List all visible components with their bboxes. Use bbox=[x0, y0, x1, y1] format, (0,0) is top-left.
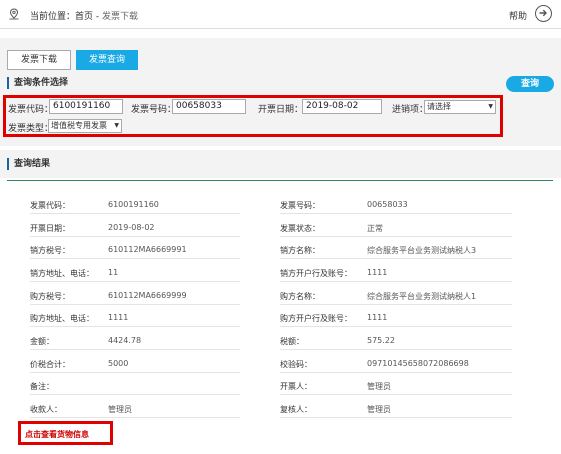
field-underline bbox=[30, 349, 240, 350]
field-underline bbox=[30, 326, 240, 327]
field-underline bbox=[280, 372, 512, 373]
result-right-value: 综合服务平台业务测试纳税人1 bbox=[367, 292, 477, 301]
query-button[interactable]: 查询 bbox=[506, 76, 554, 92]
result-left-value: 11 bbox=[108, 268, 119, 277]
result-right-label: 购方开户行及账号： bbox=[280, 314, 352, 323]
result-left-label: 销方税号： bbox=[30, 246, 70, 255]
result-right-label: 销方名称： bbox=[280, 246, 320, 255]
result-right-label: 销方开户行及账号： bbox=[280, 269, 352, 278]
top-bar: 当前位置：首页 - 发票下载 帮助 bbox=[0, 0, 561, 29]
result-right-value: 00658033 bbox=[367, 200, 408, 209]
field-underline bbox=[30, 236, 240, 237]
result-left-value: 管理员 bbox=[108, 405, 132, 414]
result-left-label: 开票日期： bbox=[30, 224, 70, 233]
help-arrow-icon[interactable] bbox=[535, 5, 552, 22]
query-result-header: 查询结果 bbox=[0, 150, 561, 178]
field-underline bbox=[280, 304, 512, 305]
result-left-value: 2019-08-02 bbox=[108, 223, 155, 232]
result-right-value: 正常 bbox=[367, 224, 383, 233]
field-underline bbox=[30, 213, 240, 214]
tab-bar: 发票下载 发票查询 bbox=[0, 38, 561, 74]
result-left-label: 购方地址、电话： bbox=[30, 314, 94, 323]
result-left-value: 610112MA6669999 bbox=[108, 291, 187, 300]
view-goods-highlight bbox=[18, 421, 113, 445]
help-label[interactable]: 帮助 bbox=[509, 9, 527, 22]
result-left-value: 1111 bbox=[108, 313, 129, 322]
result-right-value: 管理员 bbox=[367, 382, 391, 391]
breadcrumb-prefix: 当前位置：首页 - bbox=[30, 12, 102, 22]
result-right-value: 575.22 bbox=[367, 336, 395, 345]
result-left-value: 4424.78 bbox=[108, 336, 142, 345]
query-fields-highlight bbox=[3, 95, 503, 137]
field-underline bbox=[280, 258, 512, 259]
result-left-label: 价税合计： bbox=[30, 360, 70, 369]
result-right-label: 发票状态： bbox=[280, 224, 320, 233]
query-conditions-title: 查询条件选择 bbox=[7, 77, 68, 89]
result-right-value: 09710145658072086698 bbox=[367, 359, 469, 368]
result-left-label: 备注： bbox=[30, 382, 54, 391]
field-underline bbox=[30, 304, 240, 305]
field-underline bbox=[280, 326, 512, 327]
result-right-value: 1111 bbox=[367, 313, 388, 322]
field-underline bbox=[30, 394, 240, 395]
field-underline bbox=[280, 349, 512, 350]
field-underline bbox=[280, 394, 512, 395]
result-right-label: 税额： bbox=[280, 337, 304, 346]
result-right-value: 综合服务平台业务测试纳税人3 bbox=[367, 246, 477, 255]
result-left-label: 金额： bbox=[30, 337, 54, 346]
result-right-label: 购方名称： bbox=[280, 292, 320, 301]
result-right-value: 管理员 bbox=[367, 405, 391, 414]
field-underline bbox=[280, 213, 512, 214]
field-underline bbox=[280, 236, 512, 237]
tab-invoice-query[interactable]: 发票查询 bbox=[76, 50, 138, 70]
result-left-label: 购方税号： bbox=[30, 292, 70, 301]
result-right-label: 复核人： bbox=[280, 405, 312, 414]
result-left-label: 收款人： bbox=[30, 405, 62, 414]
result-right-value: 1111 bbox=[367, 268, 388, 277]
breadcrumb-current: 发票下载 bbox=[101, 12, 138, 22]
query-result-title: 查询结果 bbox=[7, 158, 50, 170]
result-left-value: 6100191160 bbox=[108, 200, 159, 209]
location-pin-icon bbox=[9, 8, 19, 20]
tab-invoice-download[interactable]: 发票下载 bbox=[7, 50, 71, 70]
field-underline bbox=[30, 281, 240, 282]
result-right-label: 开票人： bbox=[280, 382, 312, 391]
field-underline bbox=[30, 372, 240, 373]
field-underline bbox=[30, 417, 240, 418]
breadcrumb: 当前位置：首页 - 发票下载 bbox=[30, 9, 138, 22]
result-left-label: 销方地址、电话： bbox=[30, 269, 94, 278]
field-underline bbox=[30, 258, 240, 259]
field-underline bbox=[280, 417, 512, 418]
result-left-label: 发票代码： bbox=[30, 201, 70, 210]
field-underline bbox=[280, 281, 512, 282]
result-left-value: 610112MA6669991 bbox=[108, 245, 187, 254]
result-right-label: 发票号码： bbox=[280, 201, 320, 210]
result-right-label: 校验码： bbox=[280, 360, 312, 369]
result-left-value: 5000 bbox=[108, 359, 129, 368]
